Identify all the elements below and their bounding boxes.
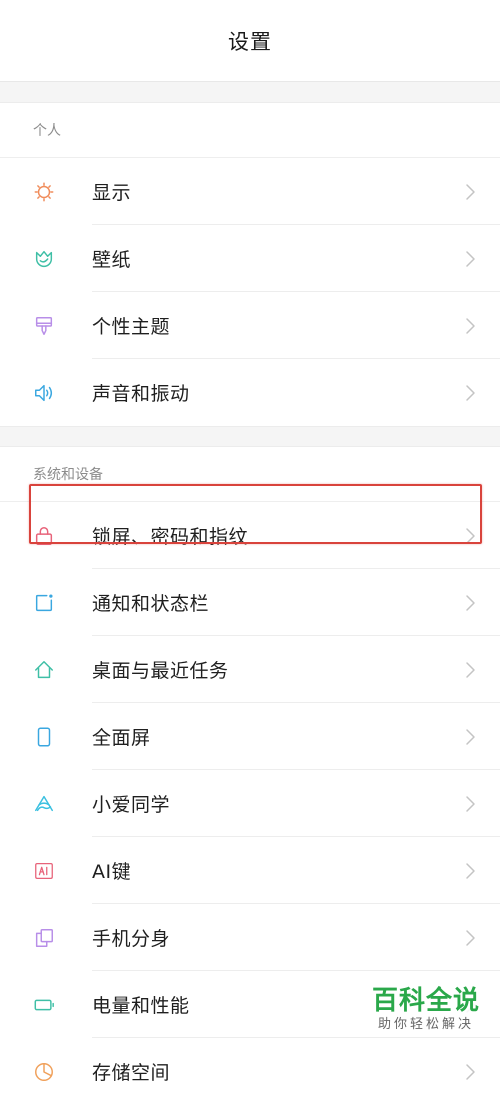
chevron-right-icon xyxy=(464,661,476,679)
speaker-icon xyxy=(33,382,55,404)
chevron-right-icon xyxy=(464,862,476,880)
brush-icon xyxy=(33,315,55,337)
settings-item-label: 存储空间 xyxy=(92,1062,171,1084)
page-title: 设置 xyxy=(228,29,272,54)
settings-item-sound[interactable]: 声音和振动 xyxy=(0,359,500,426)
chevron-right-icon xyxy=(464,1063,476,1081)
settings-item-label: 桌面与最近任务 xyxy=(92,660,229,682)
clone-icon xyxy=(33,927,55,949)
chevron-right-icon xyxy=(464,384,476,402)
chevron-right-icon xyxy=(464,594,476,612)
watermark-title: 百科全说 xyxy=(371,986,480,1016)
chevron-right-icon xyxy=(464,527,476,545)
chevron-right-icon xyxy=(464,728,476,746)
settings-item-lock-screen[interactable]: 锁屏、密码和指纹 xyxy=(0,502,500,569)
chevron-right-icon xyxy=(464,929,476,947)
settings-item-label: AI键 xyxy=(92,861,132,883)
settings-item-assistant[interactable]: 小爱同学 xyxy=(0,770,500,837)
settings-item-notifications[interactable]: 通知和状态栏 xyxy=(0,569,500,636)
settings-item-label: 手机分身 xyxy=(92,928,171,950)
notification-icon xyxy=(33,592,55,614)
section-gap xyxy=(0,426,500,447)
settings-item-theme[interactable]: 个性主题 xyxy=(0,292,500,359)
settings-item-wallpaper[interactable]: 壁纸 xyxy=(0,225,500,292)
settings-item-storage[interactable]: 存储空间 xyxy=(0,1038,500,1105)
chevron-right-icon xyxy=(464,795,476,813)
chevron-right-icon xyxy=(464,250,476,268)
storage-icon xyxy=(33,1061,55,1083)
title-bar: 设置 xyxy=(0,0,500,82)
settings-item-label: 锁屏、密码和指纹 xyxy=(92,526,249,548)
settings-item-display[interactable]: 显示 xyxy=(0,158,500,225)
tulip-icon xyxy=(33,248,55,270)
settings-item-full-screen[interactable]: 全面屏 xyxy=(0,703,500,770)
watermark-subtitle: 助你轻松解决 xyxy=(377,1017,474,1032)
settings-item-ai-key[interactable]: AI键 xyxy=(0,837,500,904)
settings-item-second-space[interactable]: 手机分身 xyxy=(0,904,500,971)
settings-item-label: 全面屏 xyxy=(92,727,151,749)
settings-item-label: 个性主题 xyxy=(92,316,171,338)
phone-icon xyxy=(33,726,55,748)
chevron-right-icon xyxy=(464,317,476,335)
settings-item-label: 通知和状态栏 xyxy=(92,593,210,615)
settings-item-label: 电量和性能 xyxy=(92,995,190,1017)
section-header-system: 系统和设备 xyxy=(0,447,500,502)
watermark: 百科全说 助你轻松解决 xyxy=(365,982,486,1036)
settings-item-label: 显示 xyxy=(92,182,132,204)
settings-item-label: 声音和振动 xyxy=(92,383,190,405)
settings-item-home-screen[interactable]: 桌面与最近任务 xyxy=(0,636,500,703)
settings-item-label: 壁纸 xyxy=(92,249,132,271)
lock-icon xyxy=(33,525,55,547)
home-icon xyxy=(33,659,55,681)
assistant-icon xyxy=(33,793,55,815)
chevron-right-icon xyxy=(464,183,476,201)
battery-icon xyxy=(33,994,55,1016)
section-gap xyxy=(0,82,500,103)
sun-icon xyxy=(33,181,55,203)
ai-key-icon xyxy=(33,860,55,882)
section-header-personal: 个人 xyxy=(0,103,500,158)
settings-item-label: 小爱同学 xyxy=(92,794,171,816)
